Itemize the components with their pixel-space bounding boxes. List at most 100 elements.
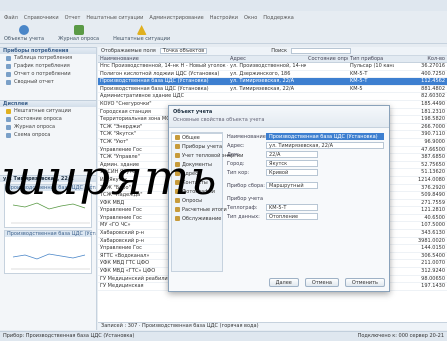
poll-log-button[interactable]: Журнал опроса [58, 25, 99, 42]
menu-settings[interactable]: Настройки [210, 15, 238, 21]
search-input[interactable] [291, 48, 352, 54]
menu-bar: Файл Справочники Отчет Нештатные ситуаци… [0, 13, 447, 22]
table-cell: 98.00650 [421, 275, 445, 282]
menu-window[interactable]: Окно [244, 15, 257, 21]
table-row[interactable]: Административное здание ЦДС 82.60302 [98, 93, 447, 101]
field-input[interactable]: Маршрутный [266, 182, 318, 189]
poll-status-item[interactable]: Состояние опроса [0, 115, 96, 123]
field-label: Прибор сбора: [227, 182, 265, 189]
folder-icon [175, 144, 180, 149]
form-row: Прибор сбора: Маршрутный [227, 181, 387, 190]
field-label: Тип данных: [227, 213, 260, 220]
menu-reference[interactable]: Справочники [24, 15, 59, 21]
table-row[interactable]: Нпс Производственной, 14-нк Н - Новый уг… [98, 63, 447, 71]
table-cell: 40.6500 [424, 214, 445, 221]
table-cell [306, 93, 348, 100]
dialog-nav-item[interactable]: Общее [172, 133, 222, 142]
menu-alarms[interactable]: Нештатные ситуации [86, 15, 143, 21]
table-cell [348, 93, 394, 100]
column-device-type[interactable]: Тип прибора [348, 56, 394, 62]
table-cell: 376.2920 [421, 184, 445, 191]
summary-report-item[interactable]: Сводный отчет [0, 78, 96, 86]
folder-icon [175, 216, 180, 221]
table-cell: 400.7250 [421, 70, 445, 77]
table-cell: 1214.0080 [417, 176, 445, 183]
poll-scheme-item[interactable]: Схема опроса [0, 131, 96, 139]
consumption-report-item[interactable]: Отчет о потреблении [0, 70, 96, 78]
field-input[interactable]: KM-5-Т [266, 204, 318, 211]
column-poll-state[interactable]: Состояние опроса [306, 56, 348, 62]
field-input[interactable]: ул. Тимирязевская, 22/А [266, 142, 384, 149]
column-amount[interactable]: Кол-во [394, 56, 447, 62]
form-row: Дом: 22/А [227, 150, 387, 159]
menu-file[interactable]: Файл [4, 15, 18, 21]
scheme-icon [6, 132, 11, 138]
toolbar: Объекты учета Журнал опроса Нештатные си… [0, 22, 447, 44]
status-bar: Прибор: Производственная база ЦДС (Устан… [0, 331, 447, 341]
consumption-chart-item[interactable]: График потребления [0, 62, 96, 70]
table-cell: Производственная база ЦДС (Установка) [100, 85, 209, 92]
table-row[interactable]: Производственная база ЦДС (Установка) ул.… [98, 86, 447, 94]
menu-admin[interactable]: Администрирование [149, 15, 203, 21]
folder-icon [175, 207, 180, 212]
status-left: Прибор: Производственная база ЦДС (Устан… [3, 333, 135, 339]
table-cell: Пульсар (10 каналов) [350, 63, 394, 69]
dialog-form: Наименование: Производственная база ЦДС (… [227, 132, 387, 272]
dialog-nav-item[interactable]: Расчетные итоги [172, 205, 227, 214]
field-label: Теплограф: [227, 204, 258, 211]
table-cell: Административное здание ЦДС [100, 93, 185, 100]
revert-button[interactable]: Отменить [344, 278, 385, 287]
cancel-button[interactable]: Отмена [304, 278, 339, 287]
table-cell: 312.9240 [421, 268, 445, 275]
dialog-nav-item[interactable]: Обслуживание [172, 214, 222, 223]
alarms-button[interactable]: Нештатные ситуации [113, 25, 170, 42]
column-name[interactable]: Наименование [98, 56, 228, 62]
table-row[interactable]: Производственная база ЦДС (Установка) ул.… [98, 78, 447, 86]
menu-support[interactable]: Поддержка [263, 15, 294, 21]
warning-icon [136, 25, 147, 35]
table-icon [6, 55, 11, 61]
table-cell: 112.4562 [421, 78, 445, 85]
field-input[interactable]: 22/А [266, 151, 318, 158]
table-cell: KM-5 [350, 85, 363, 92]
table-cell: 390.7110 [421, 131, 445, 138]
fields-select[interactable]: Точка объектов [159, 48, 208, 54]
dialog-header: Объект учета Основные свойства объекта у… [169, 106, 389, 128]
table-cell: 121.2810 [421, 207, 445, 214]
table-cell: 198.5820 [421, 116, 445, 123]
mini-chart-plot [11, 253, 90, 270]
form-row: Тип кор: Кривой [227, 168, 387, 177]
group-displays[interactable]: Дисплеи [0, 100, 96, 107]
poll-log-item[interactable]: Журнал опроса [0, 123, 96, 131]
consumption-table-item[interactable]: Таблица потребления [0, 54, 96, 62]
table-cell [306, 86, 348, 93]
table-cell [306, 63, 348, 70]
alarms-item[interactable]: Нештатные ситуации [0, 107, 96, 115]
field-input[interactable]: Производственная база ЦДС (Установка) [266, 133, 384, 140]
table-cell: Полигон кислотной лоджии ЦДС (Установка) [100, 70, 220, 77]
dialog-buttons: Далее Отмена Отменить [268, 278, 385, 287]
menu-report[interactable]: Отчет [65, 15, 81, 21]
field-input[interactable]: Якутск [266, 160, 318, 167]
table-header: Наименование Адрес Состояние опроса Тип … [98, 56, 447, 63]
table-row[interactable]: Полигон кислотной лоджии ЦДС (Установка)… [98, 71, 447, 79]
objects-button[interactable]: Объекты учета [4, 25, 44, 42]
table-cell: 197.1430 [421, 283, 445, 290]
field-label: Прибор учета [227, 195, 264, 202]
table-cell: 96.9000 [424, 138, 445, 145]
next-button[interactable]: Далее [268, 278, 299, 287]
form-row: Теплограф: KM-5-Т [227, 203, 387, 212]
gear-icon [19, 25, 30, 35]
field-label: Наименование: [227, 133, 268, 140]
field-input[interactable]: Кривой [266, 169, 318, 176]
table-cell: 387.6850 [421, 154, 445, 161]
report-icon [6, 79, 11, 85]
form-row: Тип данных: Отопление [227, 212, 387, 221]
field-input[interactable]: Отопление [266, 213, 318, 220]
grid-footer: Записей : 307 · Производственная база ЦД… [98, 322, 447, 330]
field-label: Адрес: [227, 142, 245, 149]
column-address[interactable]: Адрес [228, 56, 306, 62]
table-cell: 343.6130 [421, 230, 445, 237]
form-row: Прибор учета [227, 194, 387, 203]
group-consumption[interactable]: Приборы потребления [0, 47, 96, 54]
